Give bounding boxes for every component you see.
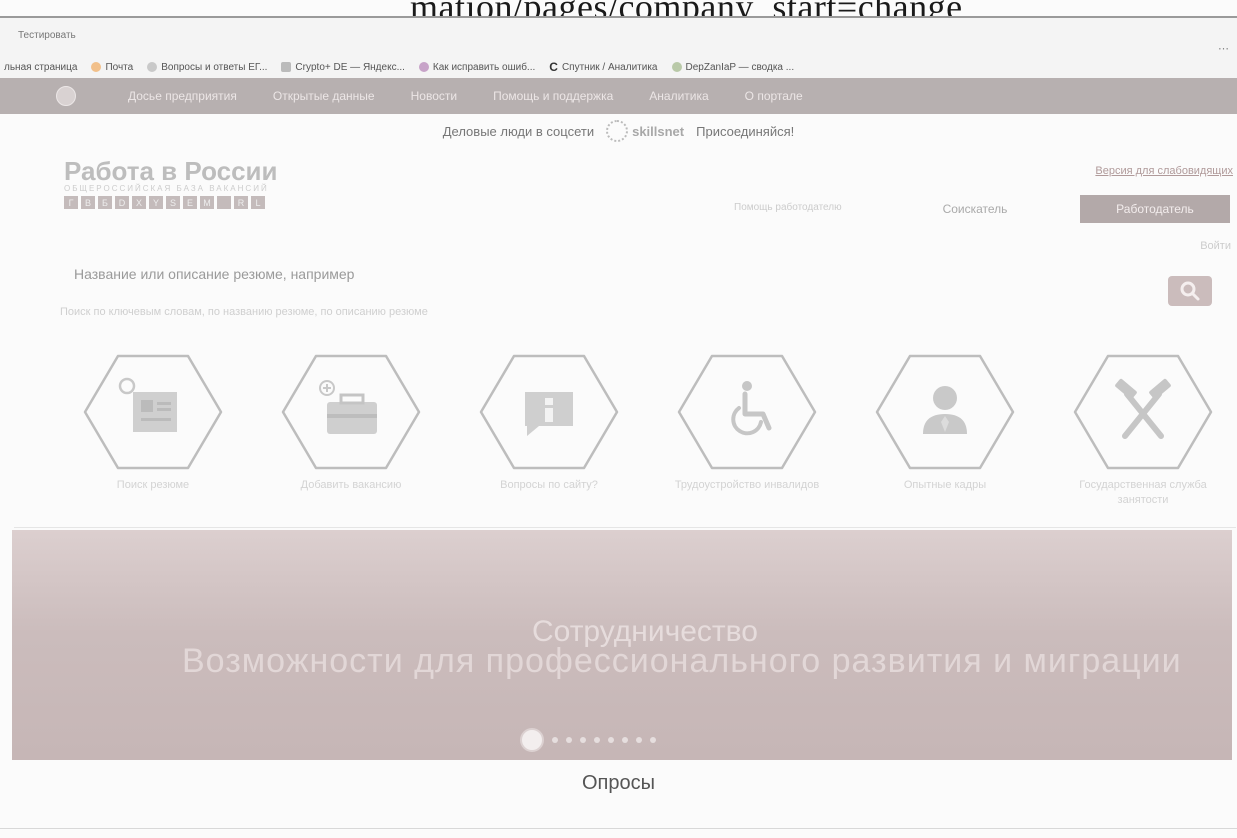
feature-label: Государственная служба занятости	[1079, 479, 1207, 506]
feature-tiles: Поиск резюме Добавить вакансию Вопросы п…	[58, 352, 1237, 522]
tab-employer[interactable]: Работодатель	[1080, 195, 1230, 223]
main-nav: Досье предприятия Открытые данные Новост…	[0, 78, 1237, 114]
search-icon	[1180, 281, 1200, 301]
network-icon	[606, 120, 629, 142]
bookmark-label: Спутник / Аналитика	[561, 61, 658, 73]
feature-add-vacancy[interactable]: Добавить вакансию	[256, 352, 446, 522]
wheelchair-icon	[677, 352, 817, 472]
alpha-letter[interactable]: Г	[64, 196, 78, 209]
bookmark-sputnik[interactable]: С Спутник / Аналитика	[549, 60, 657, 74]
nav-item-open-data[interactable]: Открытые данные	[273, 89, 375, 103]
alpha-letter[interactable]: Y	[149, 196, 163, 209]
bookmark-label: DepZanIaP — сводка ...	[685, 61, 795, 73]
feature-experienced-staff[interactable]: Опытные кадры	[850, 352, 1040, 522]
tools-icon	[1073, 352, 1213, 472]
slider-dots	[520, 728, 656, 752]
bookmark-depzanap[interactable]: DepZanIaP — сводка ...	[671, 61, 795, 73]
brand-label: skillsnet	[632, 123, 685, 139]
info-icon	[479, 352, 619, 472]
site-subtitle: ОБЩЕРОССИЙСКАЯ БАЗА ВАКАНСИЙ	[64, 184, 269, 193]
slider-dot[interactable]	[650, 737, 656, 743]
login-link[interactable]: Войти	[1200, 240, 1231, 252]
feature-label: Вопросы по сайту?	[500, 479, 598, 491]
promo-banner[interactable]: Сотрудничество Возможности для профессио…	[12, 530, 1232, 760]
slider-dot[interactable]	[594, 737, 600, 743]
add-vacancy-icon	[281, 352, 421, 472]
slider-dot[interactable]	[608, 737, 614, 743]
bookmark-label: Как исправить ошиб...	[432, 61, 536, 73]
alphabet-strip: Г В Б D X Y S E M R L	[64, 196, 265, 209]
feature-label: Добавить вакансию	[300, 479, 402, 491]
feature-disabled-employment[interactable]: Трудоустройство инвалидов	[652, 352, 842, 522]
search-input[interactable]	[60, 262, 1188, 286]
address-bar-fragment[interactable]: Тестировать	[18, 30, 76, 41]
feature-resume-search[interactable]: Поиск резюме	[58, 352, 248, 522]
slider-dot[interactable]	[566, 737, 572, 743]
alpha-letter[interactable]: S	[166, 196, 180, 209]
nav-item-help[interactable]: Помощь и поддержка	[493, 89, 613, 103]
feature-employment-service[interactable]: Государственная служба занятости	[1048, 352, 1237, 522]
bookmark-label: Вопросы и ответы ЕГ...	[161, 61, 268, 73]
resume-search-icon	[83, 352, 223, 472]
nav-item-about[interactable]: О портале	[745, 89, 803, 103]
alpha-letter[interactable]: В	[81, 196, 95, 209]
bookmark-label: Crypto+ DE — Яндекс...	[295, 61, 405, 73]
slider-dot[interactable]	[622, 737, 628, 743]
chart-icon	[281, 62, 292, 72]
site-title[interactable]: Работа в России	[64, 156, 278, 187]
search-button[interactable]	[1168, 276, 1212, 306]
person-icon	[875, 352, 1015, 472]
bookmark-label: льная страница	[4, 61, 78, 73]
nav-item-news[interactable]: Новости	[411, 89, 457, 103]
alpha-letter[interactable]: L	[251, 196, 265, 209]
slider-dot[interactable]	[580, 737, 586, 743]
bookmark-questions[interactable]: Вопросы и ответы ЕГ...	[147, 62, 267, 73]
alpha-letter[interactable]: R	[234, 196, 248, 209]
globe-icon	[418, 62, 429, 72]
social-text: Деловые люди в соцсети	[442, 123, 595, 139]
slider-dot[interactable]	[552, 737, 558, 743]
mail-icon	[91, 62, 102, 72]
nav-item-analytics[interactable]: Аналитика	[649, 89, 708, 103]
feature-label: Трудоустройство инвалидов	[674, 479, 820, 491]
nav-item-company-dossier[interactable]: Досье предприятия	[128, 89, 237, 103]
bookmarks-bar: льная страница Почта Вопросы и ответы ЕГ…	[0, 58, 1237, 76]
alpha-letter[interactable]: E	[183, 196, 197, 209]
employer-help-link[interactable]: Помощь работодателю	[734, 202, 842, 213]
more-icon[interactable]: ⋯	[1218, 42, 1229, 55]
emblem-icon[interactable]	[56, 86, 76, 106]
alpha-letter[interactable]: Б	[98, 196, 112, 209]
bookmark-fix-error[interactable]: Как исправить ошиб...	[418, 61, 536, 73]
slider-dot-active[interactable]	[520, 728, 544, 752]
tab-seeker[interactable]: Соискатель	[920, 195, 1030, 223]
slider-dot[interactable]	[636, 737, 642, 743]
alpha-letter[interactable]: D	[115, 196, 129, 209]
alpha-letter[interactable]: X	[132, 196, 146, 209]
social-promo: Деловые люди в соцсети skillsnet Присоед…	[0, 118, 1237, 144]
banner-subheading: Возможности для профессионального развит…	[182, 642, 1182, 680]
surveys-heading: Опросы	[581, 772, 655, 794]
feature-label: Опытные кадры	[903, 479, 987, 491]
accessibility-version-link[interactable]: Версия для слабовидящих	[1095, 165, 1233, 177]
feature-site-questions[interactable]: Вопросы по сайту?	[454, 352, 644, 522]
feature-label: Поиск резюме	[116, 479, 190, 491]
bookmark-label: Почта	[105, 61, 134, 73]
bookmark-mail[interactable]: Почта	[91, 62, 133, 73]
bars-icon	[671, 62, 682, 72]
join-link[interactable]: Присоединяйся!	[696, 124, 794, 139]
bookmark-crypto[interactable]: Crypto+ DE — Яндекс...	[281, 61, 405, 73]
alpha-letter[interactable]: M	[200, 196, 214, 209]
skillsnet-logo[interactable]: skillsnet	[606, 120, 684, 142]
bookmark-home[interactable]: льная страница	[4, 62, 77, 73]
alpha-letter[interactable]	[217, 196, 231, 209]
question-icon	[147, 62, 158, 72]
section-divider	[14, 527, 1236, 528]
sputnik-icon: С	[549, 60, 558, 74]
bottom-divider	[0, 828, 1237, 829]
search-row	[60, 262, 1188, 286]
search-hint: Поиск по ключевым словам, по названию ре…	[60, 306, 428, 318]
